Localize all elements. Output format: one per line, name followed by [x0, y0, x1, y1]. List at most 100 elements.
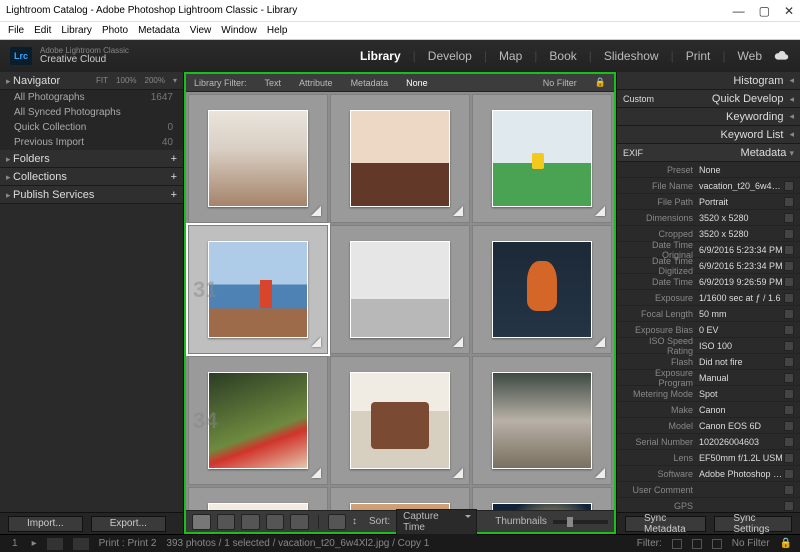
- edit-icon[interactable]: [784, 501, 794, 511]
- edit-icon[interactable]: [784, 277, 794, 287]
- menu-help[interactable]: Help: [267, 25, 288, 36]
- minimize-icon[interactable]: —: [733, 4, 745, 18]
- edit-icon[interactable]: [784, 245, 794, 255]
- thumbnail-cell[interactable]: [188, 94, 328, 223]
- flag-filter-icon[interactable]: [692, 539, 702, 549]
- flag-filter-icon[interactable]: [712, 539, 722, 549]
- keywording-panel-header[interactable]: Keywording◂: [617, 108, 800, 126]
- secondary-monitor-icon[interactable]: [47, 538, 63, 550]
- flag-corner-icon[interactable]: [595, 337, 605, 347]
- edit-icon[interactable]: [784, 213, 794, 223]
- survey-view-icon[interactable]: [266, 514, 285, 530]
- edit-icon[interactable]: [784, 341, 794, 351]
- module-map[interactable]: Map: [499, 49, 522, 63]
- filter-attribute[interactable]: Attribute: [299, 78, 333, 88]
- status-nofilter[interactable]: No Filter: [732, 538, 770, 549]
- edit-icon[interactable]: [784, 357, 794, 367]
- thumbnail-cell[interactable]: 31: [188, 225, 328, 354]
- flag-corner-icon[interactable]: [453, 206, 463, 216]
- edit-icon[interactable]: [784, 293, 794, 303]
- plus-icon[interactable]: +: [171, 189, 177, 201]
- edit-icon[interactable]: [784, 405, 794, 415]
- painter-icon[interactable]: [328, 514, 347, 530]
- thumbnail-cell[interactable]: 34: [188, 356, 328, 485]
- catalog-item[interactable]: All Synced Photographs: [0, 105, 183, 120]
- loupe-view-icon[interactable]: [217, 514, 236, 530]
- metadata-value[interactable]: 102026004603: [699, 437, 784, 447]
- flag-corner-icon[interactable]: [453, 468, 463, 478]
- filter-none[interactable]: None: [406, 78, 428, 88]
- navigator-zoom-100[interactable]: 100%: [116, 76, 136, 85]
- module-library[interactable]: Library: [360, 49, 401, 63]
- publish-panel-header[interactable]: ▸ Publish Services +: [0, 186, 183, 204]
- thumbnail-cell[interactable]: [330, 94, 470, 223]
- edit-icon[interactable]: [784, 421, 794, 431]
- lock-icon[interactable]: 🔒: [780, 538, 792, 549]
- keywordlist-panel-header[interactable]: Keyword List◂: [617, 126, 800, 144]
- module-book[interactable]: Book: [549, 49, 576, 63]
- menu-metadata[interactable]: Metadata: [138, 25, 180, 36]
- metadata-value[interactable]: Canon EOS 6D: [699, 421, 784, 431]
- metadata-value[interactable]: Canon: [699, 405, 784, 415]
- thumbnail-cell[interactable]: [472, 225, 612, 354]
- metadata-value[interactable]: Manual: [699, 373, 784, 383]
- metadata-value[interactable]: 50 mm: [699, 309, 784, 319]
- import-button[interactable]: Import...: [8, 516, 83, 532]
- metadata-value[interactable]: 3520 x 5280: [699, 213, 784, 223]
- quickdev-preset-dropdown[interactable]: Custom: [623, 94, 654, 104]
- metadata-value[interactable]: 1/1600 sec at ƒ / 1.6: [699, 293, 784, 303]
- filter-metadata[interactable]: Metadata: [351, 78, 389, 88]
- flag-corner-icon[interactable]: [311, 206, 321, 216]
- thumbnail-cell[interactable]: [472, 94, 612, 223]
- metadata-value[interactable]: Adobe Photoshop Lightroom S...: [699, 469, 784, 479]
- close-icon[interactable]: ✕: [784, 4, 794, 18]
- people-view-icon[interactable]: [290, 514, 309, 530]
- metadata-value[interactable]: EF50mm f/1.2L USM: [699, 453, 784, 463]
- thumbnail-cell[interactable]: [330, 356, 470, 485]
- grid-icon[interactable]: [73, 538, 89, 550]
- navigator-panel-header[interactable]: ▸ Navigator FIT 100% 200% ▾: [0, 72, 183, 90]
- menu-view[interactable]: View: [190, 25, 212, 36]
- thumbnail-cell[interactable]: [330, 225, 470, 354]
- thumbnail-cell[interactable]: [472, 487, 612, 510]
- menu-edit[interactable]: Edit: [34, 25, 51, 36]
- metadata-value[interactable]: Did not fire: [699, 357, 784, 367]
- status-print[interactable]: Print : Print 2: [99, 538, 157, 549]
- metadata-value[interactable]: 6/9/2016 5:23:34 PM: [699, 245, 784, 255]
- cloud-icon[interactable]: [772, 49, 790, 63]
- filter-text[interactable]: Text: [265, 78, 282, 88]
- module-web[interactable]: Web: [738, 49, 762, 63]
- metadata-mode-dropdown[interactable]: EXIF: [623, 148, 643, 158]
- edit-icon[interactable]: [784, 485, 794, 495]
- metadata-value[interactable]: vacation_t20_6w4Xl2.jpg: [699, 181, 784, 191]
- menu-library[interactable]: Library: [61, 25, 92, 36]
- metadata-value[interactable]: Portrait: [699, 197, 784, 207]
- collections-panel-header[interactable]: ▸ Collections +: [0, 168, 183, 186]
- plus-icon[interactable]: +: [171, 153, 177, 165]
- edit-icon[interactable]: [784, 453, 794, 463]
- thumbnail-grid[interactable]: 313437: [186, 92, 614, 510]
- menu-photo[interactable]: Photo: [102, 25, 128, 36]
- chevron-down-icon[interactable]: ▾: [173, 76, 177, 85]
- edit-icon[interactable]: [784, 261, 794, 271]
- maximize-icon[interactable]: ▢: [759, 4, 770, 18]
- edit-icon[interactable]: [784, 373, 794, 383]
- metadata-preset-dropdown[interactable]: None: [699, 165, 794, 175]
- metadata-value[interactable]: 6/9/2016 5:23:34 PM: [699, 261, 784, 271]
- edit-icon[interactable]: [784, 181, 794, 191]
- filter-preset[interactable]: No Filter: [543, 78, 577, 88]
- flag-corner-icon[interactable]: [311, 337, 321, 347]
- flag-corner-icon[interactable]: [453, 337, 463, 347]
- flag-corner-icon[interactable]: [595, 468, 605, 478]
- navigator-fit[interactable]: FIT: [96, 76, 108, 85]
- navigator-zoom-200[interactable]: 200%: [145, 76, 165, 85]
- module-print[interactable]: Print: [686, 49, 711, 63]
- page-indicator[interactable]: 1: [8, 538, 22, 549]
- thumbnail-cell[interactable]: [330, 487, 470, 510]
- catalog-item[interactable]: Previous Import40: [0, 135, 183, 150]
- sort-dropdown[interactable]: Capture Time: [396, 509, 477, 535]
- edit-icon[interactable]: [784, 389, 794, 399]
- metadata-value[interactable]: ISO 100: [699, 341, 784, 351]
- grid-view-icon[interactable]: [192, 514, 211, 530]
- flag-corner-icon[interactable]: [311, 468, 321, 478]
